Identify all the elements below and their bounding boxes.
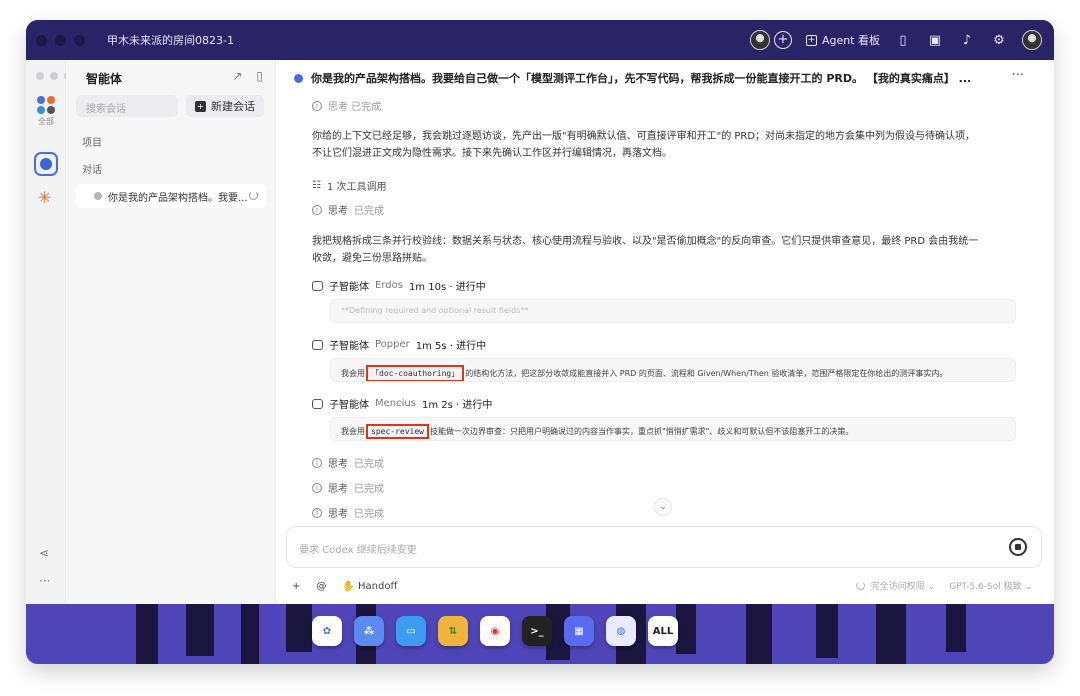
dock-network-app-icon[interactable]: ⁂ <box>354 616 384 646</box>
settings-icon[interactable]: ⚙ <box>990 33 1008 48</box>
mention-icon[interactable]: @ <box>316 581 326 592</box>
new-chat-icon: + <box>195 100 206 112</box>
subagent-popper-card: 我会用 「doc-coauthoring」 的结构化方法，把这部分收敛成能直接并入 … <box>330 358 1016 382</box>
skill-tag-highlight: spec-review <box>366 424 429 439</box>
window-controls <box>36 34 85 46</box>
composer-input[interactable]: 要求 Codex 继续后续变更 <box>299 541 417 556</box>
robot-icon <box>312 339 323 350</box>
add-member-icon[interactable]: + <box>773 31 792 49</box>
top-right-toolbar: + + Agent 看板 ▯ ▣ ♪ ⚙ <box>749 20 1042 60</box>
title-bar: 甲木未来派的房间0823-1 + + Agent 看板 ▯ ▣ ♪ ⚙ <box>26 20 1054 60</box>
conversation-title: 你是我的产品架构搭档。我要... <box>108 192 248 204</box>
robot-icon <box>312 398 323 409</box>
model-selector[interactable]: GPT-5.6-Sol 极致 ⌄ <box>949 579 1032 592</box>
toolbar-right: 完全访问权限 ⌄ GPT-5.6-Sol 极致 ⌄ <box>855 579 1032 592</box>
think-row[interactable]: i 思考 已完成 <box>312 202 384 217</box>
composer[interactable]: 要求 Codex 继续后续变更 <box>286 526 1042 568</box>
think-icon: i <box>312 482 322 493</box>
open-external-icon[interactable]: ↗ <box>232 69 242 83</box>
tool-calls-row[interactable]: ☷ 1 次工具调用 <box>312 178 387 193</box>
think-icon: i <box>312 100 322 111</box>
scroll-down-icon[interactable]: ⌄ <box>654 498 672 516</box>
conversation-item[interactable]: 你是我的产品架构搭档。我要... <box>76 184 266 208</box>
bookmark-icon[interactable]: ▯ <box>894 33 912 48</box>
composer-toolbar: + @ ✋ Handoff 完全访问权限 ⌄ GPT-5.6-Sol 极致 ⌄ <box>292 576 1032 596</box>
section-projects[interactable]: 项目 <box>82 134 102 149</box>
subagent-mencius[interactable]: 子智能体 Mencius 1m 2s · 进行中 <box>312 396 492 411</box>
codex-icon <box>40 158 52 170</box>
all-apps-icon <box>37 96 55 114</box>
chat-more-icon[interactable]: ··· <box>1012 68 1024 83</box>
subagent-mencius-card: 我会用 spec-review 技能做一次边界审查：只把用户明确说过的内容当作事实，… <box>330 417 1016 441</box>
more-icon[interactable]: ··· <box>39 574 50 588</box>
app-area: 全部 ✳ ⋖ ··· 智能体 ↗ ▯ 搜索会话 + 新建会话 项目 对话 你是我… <box>26 60 1054 604</box>
rail-claude-app-icon[interactable]: ✳ <box>38 188 51 207</box>
dock-grid-app-icon[interactable]: ▦ <box>564 616 594 646</box>
bell-icon[interactable]: ♪ <box>958 33 976 48</box>
sidebar: 智能体 ↗ ▯ 搜索会话 + 新建会话 项目 对话 你是我的产品架构搭档。我要.… <box>66 60 276 604</box>
think-row[interactable]: i 思考 已完成 <box>312 480 384 495</box>
close-window-button[interactable] <box>36 34 47 46</box>
subagent-erdos-card: **Defining required and optional result … <box>330 299 1016 323</box>
page: 甲木未来派的房间0823-1 + + Agent 看板 ▯ ▣ ♪ ⚙ 全部 ✳… <box>0 0 1080 696</box>
think-row[interactable]: i 思考 已完成 <box>312 505 384 520</box>
dock: ✿ ⁂ ▭ ⇅ ◉ >_ ▦ ◍ ALL <box>312 616 678 646</box>
chat-main: 你是我的产品架构搭档。我要给自己做一个「模型测评工作台」，先不写代码，帮我拆成一… <box>276 60 1054 604</box>
loading-spinner-icon <box>249 191 258 200</box>
agent-board-button[interactable]: + Agent 看板 <box>805 32 880 48</box>
access-selector[interactable]: 完全访问权限 ⌄ <box>855 579 935 592</box>
new-chat-button[interactable]: + 新建会话 <box>186 95 264 117</box>
dock-chrome-app-icon[interactable]: ◉ <box>480 616 510 646</box>
agent-board-icon: + <box>805 34 817 46</box>
think-icon: i <box>312 204 322 215</box>
app-rail: 全部 ✳ ⋖ ··· <box>26 60 72 604</box>
sidebar-title: 智能体 <box>86 72 123 86</box>
dock-folder-app-icon[interactable]: ▭ <box>396 616 426 646</box>
robot-icon <box>312 280 323 291</box>
maximize-window-button[interactable] <box>74 34 85 46</box>
sidebar-actions: ↗ ▯ <box>232 69 263 83</box>
dock-terminal-app-icon[interactable]: >_ <box>522 616 552 646</box>
skill-tag-highlight: 「doc-coauthoring」 <box>366 365 465 381</box>
member-avatar[interactable] <box>749 30 770 50</box>
conversation-dot-icon <box>94 192 102 200</box>
chat-header: 你是我的产品架构搭档。我要给自己做一个「模型测评工作台」，先不写代码，帮我拆成一… <box>294 68 1024 88</box>
room-title: 甲木未来派的房间0823-1 <box>107 34 234 47</box>
new-chat-label: 新建会话 <box>211 100 255 113</box>
agent-board-label: Agent 看板 <box>821 34 880 47</box>
chat-title: 你是我的产品架构搭档。我要给自己做一个「模型测评工作台」，先不写代码，帮我拆成一… <box>311 72 972 85</box>
think-row[interactable]: i 思考 已完成 <box>312 455 384 470</box>
loading-icon <box>855 581 865 590</box>
share-icon[interactable]: ⋖ <box>39 546 49 560</box>
search-input[interactable]: 搜索会话 <box>76 95 178 117</box>
top-think-status[interactable]: i 思考 已完成 <box>312 98 381 113</box>
assistant-paragraph-1: 你给的上下文已经足够，我会跳过逐题访谈，先产出一版"有明确默认值、可直接评审和开… <box>312 131 976 159</box>
rail-codex-app[interactable] <box>34 152 58 176</box>
assistant-paragraph-2: 我把规格拆成三条并行校验线：数据关系与状态、核心使用流程与验收、以及"是否偷加概… <box>312 236 979 264</box>
chat-header-icon <box>294 73 303 83</box>
dock-chat-app-icon[interactable]: ◍ <box>606 616 636 646</box>
tool-list-icon: ☷ <box>312 180 321 191</box>
rail-all-label: 全部 <box>38 117 54 126</box>
section-chats[interactable]: 对话 <box>82 161 102 176</box>
add-attachment-icon[interactable]: + <box>292 581 300 592</box>
app-window: 甲木未来派的房间0823-1 + + Agent 看板 ▯ ▣ ♪ ⚙ 全部 ✳… <box>26 20 1054 664</box>
dock-transfer-app-icon[interactable]: ⇅ <box>438 616 468 646</box>
screen-share-icon[interactable]: ▣ <box>926 33 944 48</box>
subagent-popper[interactable]: 子智能体 Popper 1m 5s · 进行中 <box>312 337 486 352</box>
dock-all-app-icon[interactable]: ALL <box>648 616 678 646</box>
think-icon: i <box>312 507 322 518</box>
rail-all-apps[interactable]: 全部 <box>35 96 57 127</box>
user-avatar[interactable] <box>1022 30 1042 50</box>
subagent-erdos[interactable]: 子智能体 Erdos 1m 10s · 进行中 <box>312 278 486 293</box>
think-icon: i <box>312 457 322 468</box>
minimize-window-button[interactable] <box>55 34 66 46</box>
handoff-button[interactable]: ✋ Handoff <box>342 581 397 592</box>
toggle-sidebar-icon[interactable]: ▯ <box>256 69 263 83</box>
dock-agents-app-icon[interactable]: ✿ <box>312 616 342 646</box>
stop-button[interactable] <box>1009 538 1027 556</box>
